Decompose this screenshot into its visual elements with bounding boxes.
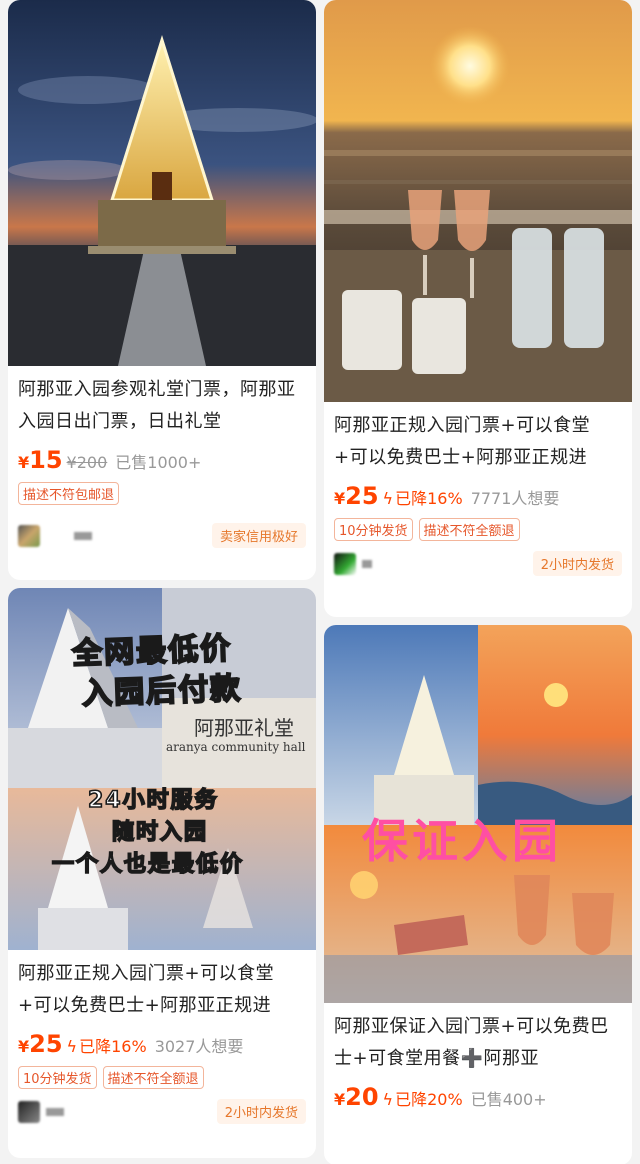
want-count: 3027人想要 <box>154 1037 244 1056</box>
price-row: ¥ 25 ϟ 已降16% 3027人想要 <box>8 1022 316 1058</box>
right-column: 阿那亚正规入园门票+可以食堂+可以免费巴士+阿那亚正规进 ¥ 25 ϟ 已降16… <box>324 0 632 1164</box>
sales-count: 已售400+ <box>470 1090 547 1109</box>
want-count: 7771人想要 <box>470 489 560 508</box>
price-row: ¥ 20 ϟ 已降20% 已售400+ <box>324 1075 632 1111</box>
currency-symbol: ¥ <box>334 1090 346 1109</box>
tag: 描述不符全额退 <box>418 518 520 541</box>
sales-count: 已售1000+ <box>115 453 202 472</box>
hall-sign-en: aranya community hall <box>166 740 306 754</box>
product-card[interactable]: 全网最低价 入园后付款 阿那亚礼堂 aranya community hall … <box>8 588 316 1158</box>
product-card[interactable]: 保证入园 阿那亚保证入园门票+可以免费巴士+可食堂用餐➕阿那亚 ¥ 20 ϟ 已… <box>324 625 632 1164</box>
product-title[interactable]: 阿那亚正规入园门票+可以食堂+可以免费巴士+阿那亚正规进 <box>324 402 632 474</box>
seller-name-blurred <box>74 531 92 540</box>
tag: 10分钟发货 <box>334 518 413 541</box>
tag: 10分钟发货 <box>18 1066 97 1089</box>
price: 15 <box>29 446 63 474</box>
tag: 描述不符包邮退 <box>18 482 120 505</box>
product-image[interactable]: 保证入园 <box>324 625 632 1003</box>
left-column: 阿那亚入园参观礼堂门票，阿那亚入园日出门票，日出礼堂 ¥ 15 ¥200 已售1… <box>8 0 316 1164</box>
avatar-image <box>334 552 356 575</box>
promo-subheadline: 入园后付款 <box>81 670 244 713</box>
price: 25 <box>345 482 379 510</box>
price: 25 <box>29 1030 63 1058</box>
price-drop: 已降20% <box>395 1090 463 1109</box>
tag-row: 10分钟发货 描述不符全额退 <box>8 1058 316 1089</box>
product-title[interactable]: 阿那亚正规入园门票+可以食堂+可以免费巴士+阿那亚正规进 <box>8 950 316 1022</box>
original-price: ¥200 <box>66 453 108 472</box>
product-image[interactable] <box>8 0 316 366</box>
product-title[interactable]: 阿那亚保证入园门票+可以免费巴士+可食堂用餐➕阿那亚 <box>324 1003 632 1075</box>
tag-row: 10分钟发货 描述不符全额退 <box>324 510 632 541</box>
promo-line: 24小时服务 <box>87 787 219 814</box>
price: 20 <box>345 1083 379 1111</box>
avatar-image <box>18 1100 40 1123</box>
shipping-badge: 2小时内发货 <box>216 1099 306 1124</box>
seller-avatar[interactable] <box>18 524 92 547</box>
promo-line: 随时入园 <box>111 819 209 846</box>
product-image[interactable] <box>324 0 632 402</box>
product-card[interactable]: 阿那亚正规入园门票+可以食堂+可以免费巴士+阿那亚正规进 ¥ 25 ϟ 已降16… <box>324 0 632 617</box>
price-drop: 已降16% <box>395 489 463 508</box>
lightning-icon: ϟ <box>382 1090 394 1109</box>
avatar-image <box>18 524 40 547</box>
lightning-icon: ϟ <box>66 1037 78 1056</box>
currency-symbol: ¥ <box>334 489 346 508</box>
product-card[interactable]: 阿那亚入园参观礼堂门票，阿那亚入园日出门票，日出礼堂 ¥ 15 ¥200 已售1… <box>8 0 316 580</box>
seller-row: 卖家信用极好 <box>8 505 316 558</box>
tag: 描述不符全额退 <box>102 1066 204 1089</box>
price-drop: 已降16% <box>79 1037 147 1056</box>
product-image[interactable]: 全网最低价 入园后付款 阿那亚礼堂 aranya community hall … <box>8 588 316 950</box>
product-title[interactable]: 阿那亚入园参观礼堂门票，阿那亚入园日出门票，日出礼堂 <box>8 366 316 438</box>
promo-line: 一个人也是最低价 <box>51 851 245 878</box>
tag-row: 描述不符包邮退 <box>8 474 316 505</box>
hall-sign-cn: 阿那亚礼堂 <box>194 716 294 740</box>
seller-avatar[interactable] <box>18 1100 64 1123</box>
seller-name-blurred <box>46 1107 64 1116</box>
price-row: ¥ 25 ϟ 已降16% 7771人想要 <box>324 474 632 510</box>
currency-symbol: ¥ <box>18 453 30 472</box>
seller-row: 2小时内发货 <box>8 1089 316 1134</box>
seller-credit-badge: 卖家信用极好 <box>211 523 306 548</box>
shipping-badge: 2小时内发货 <box>532 551 622 576</box>
lightning-icon: ϟ <box>382 489 394 508</box>
price-row: ¥ 15 ¥200 已售1000+ <box>8 438 316 474</box>
seller-row: 2小时内发货 <box>324 541 632 586</box>
seller-name-blurred <box>362 559 372 568</box>
currency-symbol: ¥ <box>18 1037 30 1056</box>
seller-avatar[interactable] <box>334 552 372 575</box>
promo-headline: 保证入园 <box>362 814 562 868</box>
